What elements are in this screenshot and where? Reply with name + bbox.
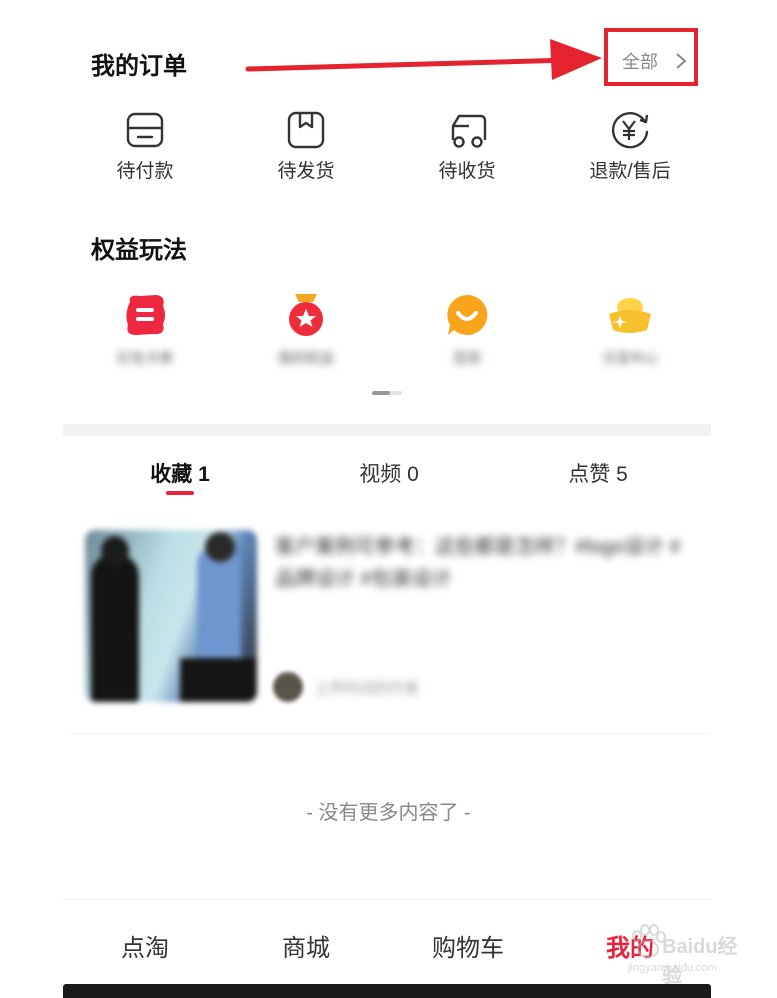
end-of-list-text: - 没有更多内容了 - bbox=[306, 802, 471, 824]
feed-item-thumbnail bbox=[85, 530, 257, 702]
tab-likes[interactable]: 点赞 5 bbox=[508, 458, 688, 488]
perk-label: 元宝中心 bbox=[602, 350, 658, 366]
smile-bubble-icon bbox=[447, 294, 488, 335]
delivery-truck-icon bbox=[451, 114, 487, 148]
order-item-pending-payment[interactable]: 待付款 bbox=[70, 110, 220, 183]
perk-label: 我的权益 bbox=[278, 350, 334, 366]
perk-label: 签到 bbox=[453, 350, 481, 366]
annotation-arrow-icon bbox=[245, 39, 602, 80]
perks-title: 权益玩法 bbox=[91, 237, 187, 264]
orders-all-label: 全部 bbox=[622, 52, 658, 72]
order-item-label: 待发货 bbox=[277, 161, 335, 182]
perk-item-coupons[interactable]: 红包卡券 bbox=[65, 292, 225, 368]
tab-favorites[interactable]: 收藏 1 bbox=[90, 458, 270, 488]
watermark-url: jingyan.baidu.com bbox=[628, 962, 717, 974]
watermark-text: Baidu经验 bbox=[662, 936, 738, 987]
gold-ingot-icon bbox=[609, 298, 651, 333]
perk-item-rights[interactable]: 我的权益 bbox=[226, 292, 386, 368]
yen-refund-icon bbox=[611, 112, 649, 149]
red-coupon-icon bbox=[126, 295, 165, 335]
home-indicator-bar bbox=[63, 984, 711, 998]
feed-item[interactable]: 客户案例可参考：这些都是怎样？#logo设计 #品牌设计 #包装设计 上传时间的… bbox=[80, 525, 710, 710]
perk-item-gold[interactable]: 元宝中心 bbox=[550, 292, 710, 368]
carousel-indicator bbox=[372, 391, 402, 395]
nav-cart[interactable]: 购物车 bbox=[398, 928, 538, 963]
perk-label: 红包卡券 bbox=[117, 350, 173, 366]
order-item-label: 退款/售后 bbox=[589, 161, 671, 182]
nav-mall[interactable]: 商城 bbox=[236, 928, 376, 963]
feed-item-title: 客户案例可参考：这些都是怎样？#logo设计 #品牌设计 #包装设计 bbox=[275, 536, 681, 590]
baidu-watermark: Baidu经验 jingyan.baidu.com bbox=[628, 920, 738, 987]
orders-title: 我的订单 bbox=[91, 53, 187, 80]
package-box-icon bbox=[287, 111, 325, 149]
order-item-label: 待收货 bbox=[438, 161, 496, 182]
chevron-right-icon bbox=[676, 53, 687, 69]
feed-divider bbox=[70, 733, 710, 734]
order-item-label: 待付款 bbox=[116, 161, 174, 182]
section-divider bbox=[63, 424, 711, 436]
tab-active-indicator bbox=[166, 491, 194, 495]
orders-all-link[interactable]: 全部 bbox=[612, 44, 692, 78]
nav-diantao[interactable]: 点淘 bbox=[75, 928, 215, 963]
order-item-pending-shipment[interactable]: 待发货 bbox=[231, 110, 381, 183]
medal-icon bbox=[289, 294, 323, 336]
wallet-card-icon bbox=[126, 112, 164, 148]
bottom-nav-divider bbox=[63, 899, 711, 900]
order-item-pending-receipt[interactable]: 待收货 bbox=[392, 110, 542, 183]
author-avatar bbox=[273, 672, 303, 702]
carousel-indicator-active bbox=[372, 391, 390, 395]
order-item-refund[interactable]: 退款/售后 bbox=[555, 110, 705, 183]
tab-videos[interactable]: 视频 0 bbox=[299, 458, 479, 488]
perk-item-checkin[interactable]: 签到 bbox=[387, 292, 547, 368]
feed-item-author: 上传时间的作者 bbox=[314, 680, 420, 697]
